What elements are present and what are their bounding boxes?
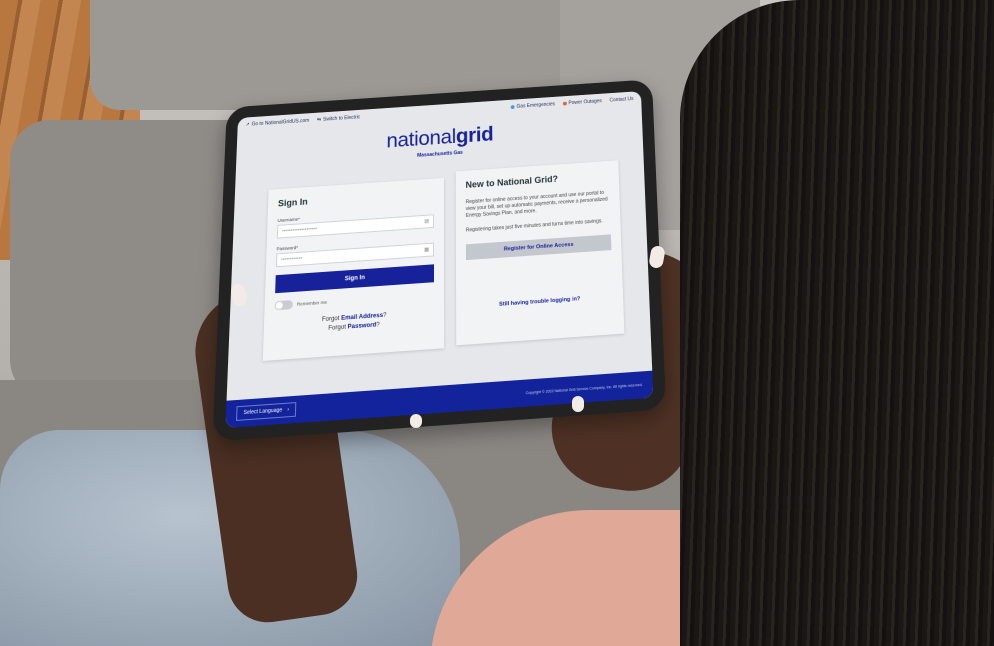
remember-me-row: Remember me — [275, 290, 434, 310]
external-link-icon: ↗ — [245, 122, 249, 128]
trouble-logging-in-link[interactable]: Still having trouble logging in? — [466, 294, 613, 310]
forgot-email-link[interactable]: Email Address — [341, 313, 383, 322]
switch-icon: ⇆ — [317, 117, 321, 123]
sign-in-card: Sign In Username* •••••••••••••••••••• ▤… — [263, 178, 444, 361]
sign-in-button[interactable]: Sign In — [275, 264, 434, 293]
fingernail — [410, 414, 422, 428]
chevron-right-icon: › — [287, 407, 289, 413]
photo-scene: ↗ Go to NationalGridUS.com ⇆ Switch to E… — [0, 0, 994, 646]
contact-card-icon: ▤ — [424, 218, 429, 224]
tablet-screen: ↗ Go to NationalGridUS.com ⇆ Switch to E… — [225, 91, 653, 428]
topbar-link-contact-us[interactable]: Contact Us — [609, 96, 633, 103]
new-user-card: New to National Grid? Register for onlin… — [456, 160, 625, 345]
topbar-link-nationalgrid[interactable]: ↗ Go to NationalGridUS.com — [245, 118, 309, 128]
topbar-link-switch-electric[interactable]: ⇆ Switch to Electric — [317, 115, 360, 123]
hair — [680, 0, 994, 646]
remember-me-toggle[interactable] — [275, 300, 293, 310]
remember-me-label: Remember me — [297, 300, 327, 307]
copyright-text: Copyright © 2022 National Grid Service C… — [526, 383, 643, 395]
topbar-link-gas-emergencies[interactable]: Gas Emergencies — [511, 101, 555, 110]
fingernail — [572, 396, 584, 412]
tablet: ↗ Go to NationalGridUS.com ⇆ Switch to E… — [212, 79, 666, 441]
sign-in-title: Sign In — [278, 188, 434, 208]
new-user-description: Register for online access to your accou… — [466, 190, 610, 220]
forgot-password-link[interactable]: Password — [348, 322, 377, 330]
new-user-title: New to National Grid? — [466, 171, 610, 190]
register-button[interactable]: Register for Online Access — [466, 234, 612, 260]
gas-emergency-icon — [511, 105, 515, 109]
language-select[interactable]: Select Language › — [236, 402, 296, 421]
new-user-note: Registering takes just five minutes and … — [466, 218, 611, 235]
topbar-link-power-outages[interactable]: Power Outages — [563, 98, 602, 106]
power-outage-icon — [563, 102, 567, 106]
lock-icon: ▩ — [424, 247, 429, 253]
